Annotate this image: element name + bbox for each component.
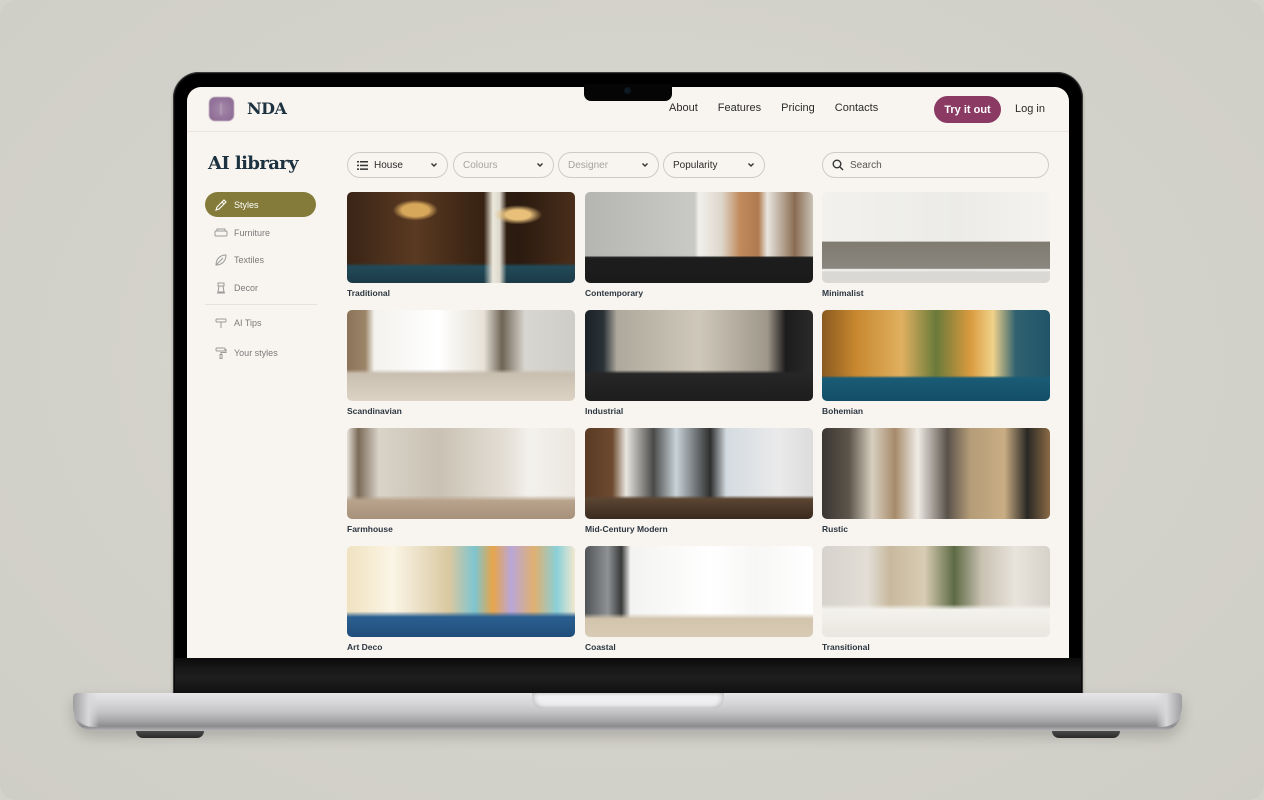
popularity-sort-dropdown[interactable]: Popularity	[663, 152, 765, 178]
style-card-label: Minimalist	[822, 288, 864, 298]
style-thumbnail[interactable]	[347, 192, 575, 283]
style-card-label: Rustic	[822, 524, 848, 534]
laptop-opening-notch	[532, 693, 724, 708]
try-it-out-button[interactable]: Try it out	[934, 96, 1001, 123]
search-input[interactable]	[850, 159, 1030, 171]
style-card-label: Art Deco	[347, 642, 383, 652]
logo-icon[interactable]	[209, 97, 234, 121]
style-thumbnail[interactable]	[822, 192, 1050, 283]
sidebar-item-decor[interactable]: Decor	[205, 275, 316, 300]
sidebar-item-ai-tips[interactable]: AI Tips	[205, 310, 316, 335]
style-thumbnail[interactable]	[585, 192, 813, 283]
style-thumbnail[interactable]	[585, 428, 813, 519]
sidebar-item-styles[interactable]: Styles	[205, 192, 316, 217]
nav-about[interactable]: About	[669, 102, 698, 114]
laptop-foot	[136, 731, 204, 738]
sidebar-item-label: Furniture	[234, 227, 271, 238]
nav-pricing[interactable]: Pricing	[781, 102, 815, 114]
style-card-label: Farmhouse	[347, 524, 393, 534]
sidebar-item-label: AI Tips	[234, 317, 262, 328]
style-card[interactable]: Industrial	[585, 310, 813, 416]
style-card[interactable]: Traditional	[347, 192, 575, 298]
chevron-down-icon	[642, 163, 648, 167]
style-card[interactable]: Art Deco	[347, 546, 575, 652]
style-card-label: Contemporary	[585, 288, 644, 298]
leaf-icon	[214, 253, 228, 267]
paint-roller-icon	[214, 346, 228, 360]
style-thumbnail[interactable]	[822, 428, 1050, 519]
filter-label: Designer	[568, 159, 609, 171]
nav-features[interactable]: Features	[718, 102, 761, 114]
nav-contacts[interactable]: Contacts	[835, 102, 878, 114]
style-card[interactable]: Coastal	[585, 546, 813, 652]
style-card-label: Industrial	[585, 406, 624, 416]
style-thumbnail[interactable]	[347, 428, 575, 519]
style-card[interactable]: Scandinavian	[347, 310, 575, 416]
style-card[interactable]: Rustic	[822, 428, 1050, 534]
sidebar-item-label: Styles	[234, 199, 259, 210]
sidebar-divider	[205, 304, 317, 305]
style-card-label: Traditional	[347, 288, 390, 298]
sofa-icon	[214, 226, 228, 240]
style-card-label: Mid-Century Modern	[585, 524, 668, 534]
filter-label: Colours	[463, 159, 498, 171]
sidebar-item-label: Textiles	[234, 254, 265, 265]
signpost-icon	[214, 316, 228, 330]
style-thumbnail[interactable]	[822, 546, 1050, 637]
filter-label: House	[374, 159, 403, 171]
list-icon	[357, 160, 368, 170]
page-title: AI library	[208, 153, 299, 174]
style-thumbnail[interactable]	[347, 310, 575, 401]
style-thumbnail[interactable]	[347, 546, 575, 637]
app-screen: NDA About Features Pricing Contacts Try …	[187, 87, 1069, 658]
sidebar-item-your-styles[interactable]: Your styles	[205, 340, 316, 365]
style-card-label: Bohemian	[822, 406, 864, 416]
chevron-down-icon	[748, 163, 754, 167]
sidebar-item-label: Decor	[234, 282, 259, 293]
chess-rook-icon	[214, 281, 228, 295]
search-icon	[832, 159, 844, 171]
main-nav: About Features Pricing Contacts	[669, 102, 898, 114]
style-thumbnail[interactable]	[822, 310, 1050, 401]
style-card-label: Scandinavian	[347, 406, 402, 416]
chevron-down-icon	[431, 163, 437, 167]
sidebar-item-textiles[interactable]: Textiles	[205, 247, 316, 272]
style-thumbnail[interactable]	[585, 310, 813, 401]
camera-icon	[625, 88, 630, 93]
style-card[interactable]: Contemporary	[585, 192, 813, 298]
paintbrush-icon	[214, 198, 228, 212]
style-card[interactable]: Transitional	[822, 546, 1050, 652]
designer-filter-dropdown[interactable]: Designer	[558, 152, 659, 178]
sidebar-item-furniture[interactable]: Furniture	[205, 220, 316, 245]
style-card-label: Transitional	[822, 642, 870, 652]
laptop-foot	[1052, 731, 1120, 738]
sidebar-item-label: Your styles	[234, 347, 278, 358]
log-in-link[interactable]: Log in	[1015, 103, 1045, 115]
style-card-label: Coastal	[585, 642, 616, 652]
style-card[interactable]: Bohemian	[822, 310, 1050, 416]
style-thumbnail[interactable]	[585, 546, 813, 637]
brand-name[interactable]: NDA	[247, 99, 287, 118]
filter-label: Popularity	[673, 159, 718, 171]
style-card[interactable]: Mid-Century Modern	[585, 428, 813, 534]
style-card[interactable]: Farmhouse	[347, 428, 575, 534]
colours-filter-dropdown[interactable]: Colours	[453, 152, 554, 178]
style-card[interactable]: Minimalist	[822, 192, 1050, 298]
laptop-chin	[175, 658, 1081, 694]
house-filter-dropdown[interactable]: House	[347, 152, 448, 178]
chevron-down-icon	[537, 163, 543, 167]
search-field[interactable]	[822, 152, 1049, 178]
